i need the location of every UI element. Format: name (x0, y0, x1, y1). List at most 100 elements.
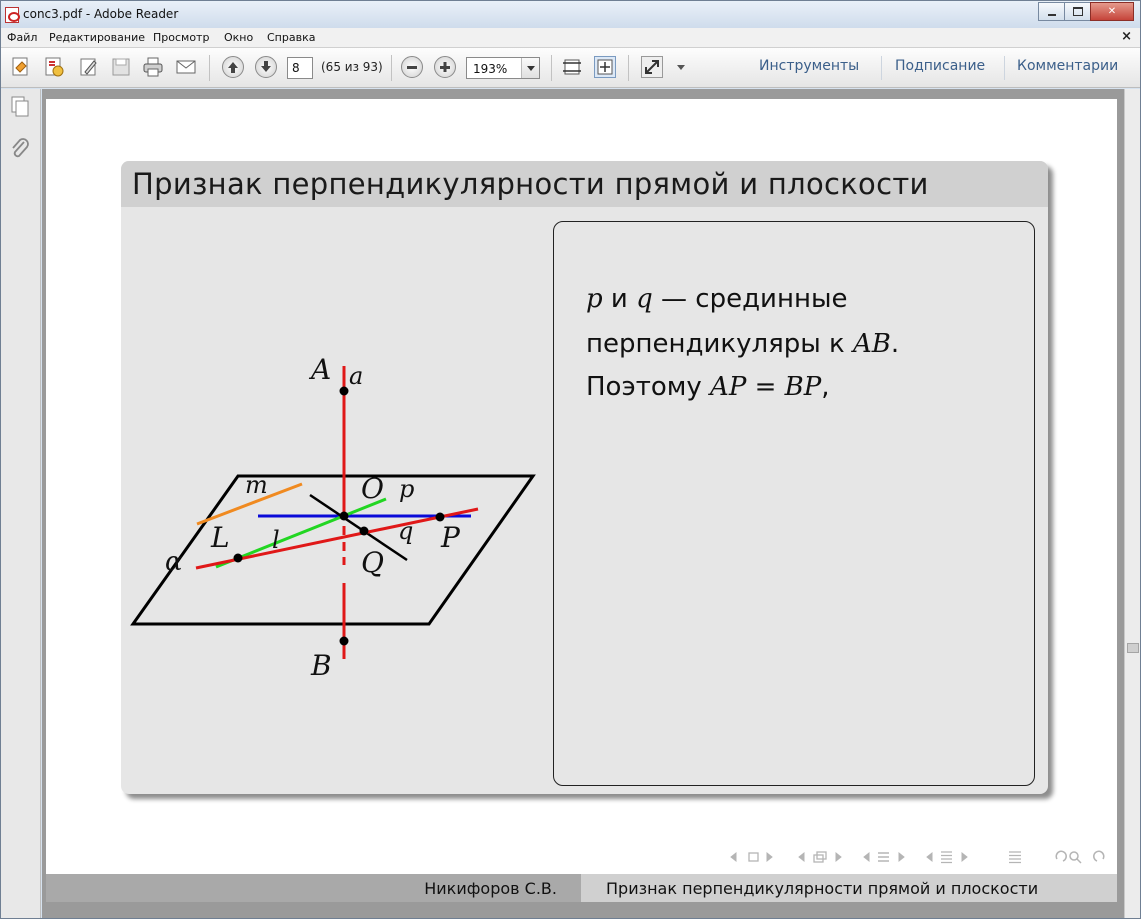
label-B: B (310, 649, 332, 682)
nav-prev-icon[interactable] (863, 851, 870, 863)
page-number-input[interactable]: 8 (287, 57, 313, 79)
label-L: L (210, 521, 230, 554)
save-icon[interactable] (110, 56, 132, 78)
nav-next-icon[interactable] (961, 851, 968, 863)
text-line-3: Поэтому AP = BP, (586, 372, 830, 402)
label-P: P (440, 521, 461, 554)
fit-width-icon[interactable] (594, 56, 616, 78)
frame-icon (748, 852, 759, 862)
nav-prev-icon[interactable] (926, 851, 933, 863)
label-l: l (272, 526, 280, 554)
zoom-in-icon[interactable] (434, 56, 456, 78)
back-icon[interactable] (1055, 850, 1067, 862)
close-document-button[interactable]: × (1121, 29, 1132, 44)
create-pdf-icon[interactable] (10, 56, 32, 78)
label-Q: Q (361, 546, 384, 579)
sign-link[interactable]: Подписание (895, 58, 985, 74)
menu-help[interactable]: Справка (267, 31, 315, 44)
reader-window: conc3.pdf - Adobe Reader ✕ Файл Редактир… (0, 0, 1141, 919)
text-line-1: p и q — срединные (586, 284, 847, 314)
var-q: q (636, 284, 653, 314)
var-p: p (586, 284, 603, 314)
tools-link[interactable]: Инструменты (759, 58, 859, 74)
comments-link[interactable]: Комментарии (1017, 58, 1118, 74)
toolbar-separator (1004, 56, 1005, 80)
document-area: Признак перпендикулярности прямой и плос… (42, 89, 1124, 918)
geometry-figure: A a B O p m L l q P Q α (130, 353, 536, 682)
text-line-3-tail: , (821, 372, 830, 402)
slide-title: Признак перпендикулярности прямой и плос… (132, 167, 929, 201)
toolbar: 8 (65 из 93) 193% Инструменты Подписание (1, 48, 1140, 88)
menu-view[interactable]: Просмотр (153, 31, 209, 44)
footer-title-bar: Признак перпендикулярности прямой и плос… (581, 874, 1117, 902)
chevron-down-icon[interactable] (521, 58, 539, 78)
nav-next-icon[interactable] (835, 851, 842, 863)
text-line-1-tail: — срединные (652, 284, 848, 314)
nav-prev-icon[interactable] (798, 851, 805, 863)
maximize-button[interactable] (1064, 2, 1091, 21)
vertical-scrollbar[interactable] (1124, 89, 1140, 918)
toc-icon[interactable] (1009, 851, 1021, 864)
toolbar-separator (628, 55, 629, 81)
beamer-navigation[interactable] (729, 849, 1109, 868)
toolbar-separator (209, 55, 210, 81)
page-up-icon[interactable] (222, 56, 244, 78)
menu-window[interactable]: Окно (224, 31, 253, 44)
pdf-file-icon (5, 7, 20, 23)
point-O (339, 511, 349, 521)
zoom-out-icon[interactable] (401, 56, 423, 78)
navigation-pane (1, 89, 41, 918)
math-BP: BP (784, 372, 822, 402)
nav-next-icon[interactable] (766, 851, 773, 863)
zoom-select[interactable]: 193% (466, 57, 540, 79)
nav-next-icon[interactable] (898, 851, 905, 863)
pdf-page: Признак перпендикулярности прямой и плос… (46, 99, 1117, 902)
toolbar-separator (391, 55, 392, 81)
point-A-marker (339, 386, 349, 396)
footer-author: Никифоров С.В. (424, 879, 557, 898)
title-bar: conc3.pdf - Adobe Reader ✕ (1, 1, 1140, 28)
page-down-icon[interactable] (255, 56, 277, 78)
label-q: q (398, 517, 413, 545)
beamer-nav-icons[interactable] (729, 849, 1109, 865)
text-line-2-tail: . (890, 329, 900, 359)
label-alpha: α (165, 547, 183, 577)
fit-page-icon[interactable] (561, 56, 583, 78)
explanation-box: p и q — срединные перпендикуляры к AB. П… (553, 221, 1035, 786)
document-icon (941, 851, 952, 864)
scrollbar-thumb[interactable] (1127, 643, 1139, 653)
search-icon[interactable] (1069, 851, 1079, 861)
search-icon-handle (1076, 858, 1082, 864)
print-icon[interactable] (142, 56, 164, 78)
menu-file[interactable]: Файл (7, 31, 37, 44)
email-icon[interactable] (175, 56, 197, 78)
math-AP: AP (710, 372, 747, 402)
slide: Признак перпендикулярности прямой и плос… (121, 161, 1048, 794)
zoom-value: 193% (473, 62, 508, 76)
open-icon[interactable] (43, 56, 65, 78)
close-window-button[interactable]: ✕ (1090, 2, 1134, 21)
attachments-icon[interactable] (9, 137, 31, 161)
toolbar-separator (881, 56, 882, 80)
forward-icon[interactable] (1093, 850, 1105, 862)
label-m: m (245, 471, 268, 499)
math-AB: AB (852, 329, 891, 359)
plane-alpha (130, 474, 536, 626)
more-icon[interactable] (674, 56, 688, 78)
point-B (339, 636, 349, 646)
point-Q (359, 526, 369, 536)
minimize-button[interactable] (1038, 2, 1065, 21)
conjunction: и (602, 284, 637, 314)
label-A: A (308, 353, 331, 386)
equals-sign: = (746, 372, 785, 402)
pages-icon[interactable] (9, 95, 31, 119)
section-icon (878, 852, 889, 862)
text-line-2: перпендикуляры к AB. (586, 329, 899, 359)
toolbar-separator (551, 55, 552, 81)
window-controls: ✕ (1038, 2, 1134, 21)
menu-edit[interactable]: Редактирование (49, 31, 145, 44)
nav-prev-icon[interactable] (730, 851, 737, 863)
menu-bar: Файл Редактирование Просмотр Окно Справк… (1, 28, 1140, 48)
edit-icon[interactable] (78, 56, 100, 78)
full-screen-icon[interactable] (641, 56, 663, 78)
